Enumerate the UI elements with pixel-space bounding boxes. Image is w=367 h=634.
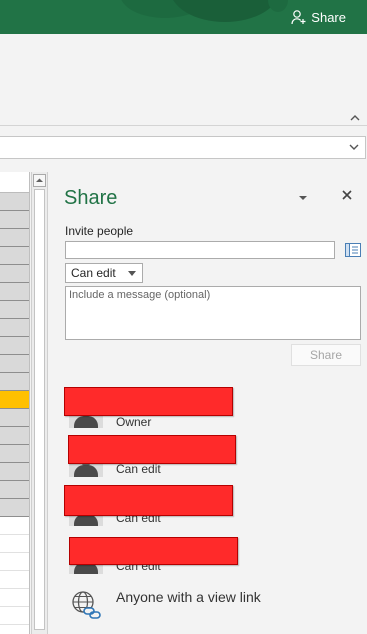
sheet-cell[interactable] [0,229,29,247]
person-add-icon [291,10,306,25]
sheet-cell-empty[interactable] [0,589,29,607]
scrollbar-thumb[interactable] [34,189,45,630]
vertical-scrollbar[interactable] [31,172,48,634]
share-pane: Share Invite people Can edit Include a m… [49,172,367,634]
address-book-icon[interactable] [344,241,362,259]
sheet-cell-empty[interactable] [0,607,29,625]
permission-dropdown-value: Can edit [71,266,116,280]
sheet-cell[interactable] [0,409,29,427]
share-button-label: Share [311,9,346,25]
expand-formula-bar-icon[interactable] [349,143,359,151]
sheet-cell[interactable] [0,373,29,391]
globe-link-icon [72,591,101,619]
sheet-cell[interactable] [0,193,29,211]
sheet-cell-empty[interactable] [0,625,29,634]
sheet-cell-empty[interactable] [0,535,29,553]
sheet-cell[interactable] [0,427,29,445]
sheet-cell-highlighted[interactable] [0,391,29,409]
share-button[interactable]: Share [291,8,346,26]
title-bar: Share [0,0,367,34]
redacted-name [68,435,236,464]
sheet-cell[interactable] [0,481,29,499]
pane-title: Share [64,187,118,209]
chevron-up-icon [36,178,43,182]
sheet-cell[interactable] [0,355,29,373]
sheet-cell-empty[interactable] [0,571,29,589]
ribbon [0,34,367,126]
worksheet-grid[interactable] [0,172,30,634]
collapse-ribbon-icon[interactable] [349,113,361,123]
message-textarea[interactable]: Include a message (optional) [65,286,361,340]
title-bar-decoration [170,0,280,22]
sheet-cell[interactable] [0,301,29,319]
invite-people-input[interactable] [65,241,335,259]
view-link-item[interactable]: Anyone with a view link [69,586,359,622]
pane-options-icon[interactable] [297,193,309,203]
sheet-cell[interactable] [0,337,29,355]
person-role: Can edit [116,462,161,476]
sheet-cell[interactable] [0,499,29,517]
person-role: Owner [116,415,152,429]
invite-people-label: Invite people [65,224,134,238]
column-header [0,172,29,193]
permission-dropdown[interactable]: Can edit [65,263,143,283]
share-submit-button[interactable]: Share [291,344,361,366]
close-icon[interactable] [340,188,354,202]
sheet-cell-empty[interactable] [0,517,29,535]
sheet-cell[interactable] [0,247,29,265]
sheet-cell[interactable] [0,211,29,229]
sheet-cell[interactable] [0,265,29,283]
redacted-name [64,485,233,516]
sheet-cell-empty[interactable] [0,553,29,571]
redacted-name [69,537,238,565]
sheet-cell[interactable] [0,283,29,301]
title-bar-decoration [268,0,288,12]
chevron-down-icon [128,271,136,276]
formula-bar[interactable] [0,136,366,159]
scroll-up-button[interactable] [33,174,46,187]
view-link-label: Anyone with a view link [116,589,261,605]
sheet-cell[interactable] [0,445,29,463]
sheet-cell[interactable] [0,463,29,481]
sheet-cell[interactable] [0,319,29,337]
redacted-name [64,387,233,416]
